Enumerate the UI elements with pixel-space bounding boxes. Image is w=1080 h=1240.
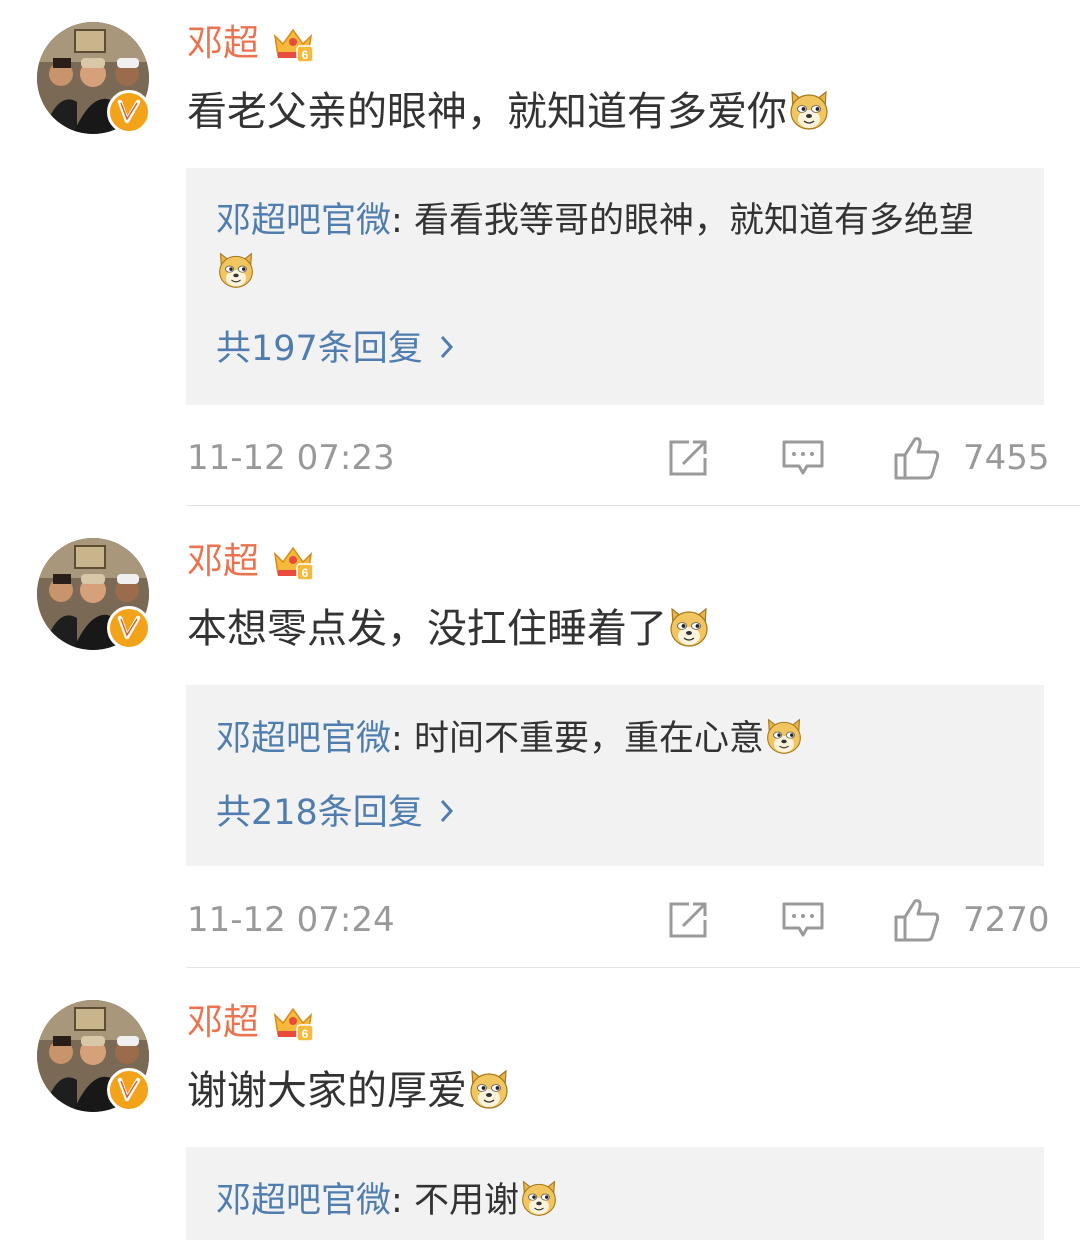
doge-emoji-icon: [467, 1067, 511, 1111]
vip-crown-icon: [271, 1001, 315, 1045]
verified-v-icon: [107, 1068, 151, 1112]
reply-text-wrap: 邓超吧官微: 不用谢: [216, 1175, 1006, 1227]
comment-text-wrap: 谢谢大家的厚爱: [187, 1063, 511, 1119]
reply-author[interactable]: 邓超吧官微: [216, 1181, 391, 1221]
reply-separator: :: [391, 1181, 414, 1221]
author-row: 邓超: [187, 999, 315, 1047]
reply-text: 不用谢: [413, 1181, 519, 1221]
author-name[interactable]: 邓超: [187, 999, 259, 1047]
doge-emoji-icon: [519, 1178, 559, 1218]
reply-box[interactable]: 邓超吧官微: 不用谢: [186, 1147, 1044, 1240]
comment-3: 邓超 谢谢大家的厚爱 邓超吧官微: 不用谢: [0, 0, 1080, 1240]
comment-text: 谢谢大家的厚爱: [187, 1068, 467, 1114]
